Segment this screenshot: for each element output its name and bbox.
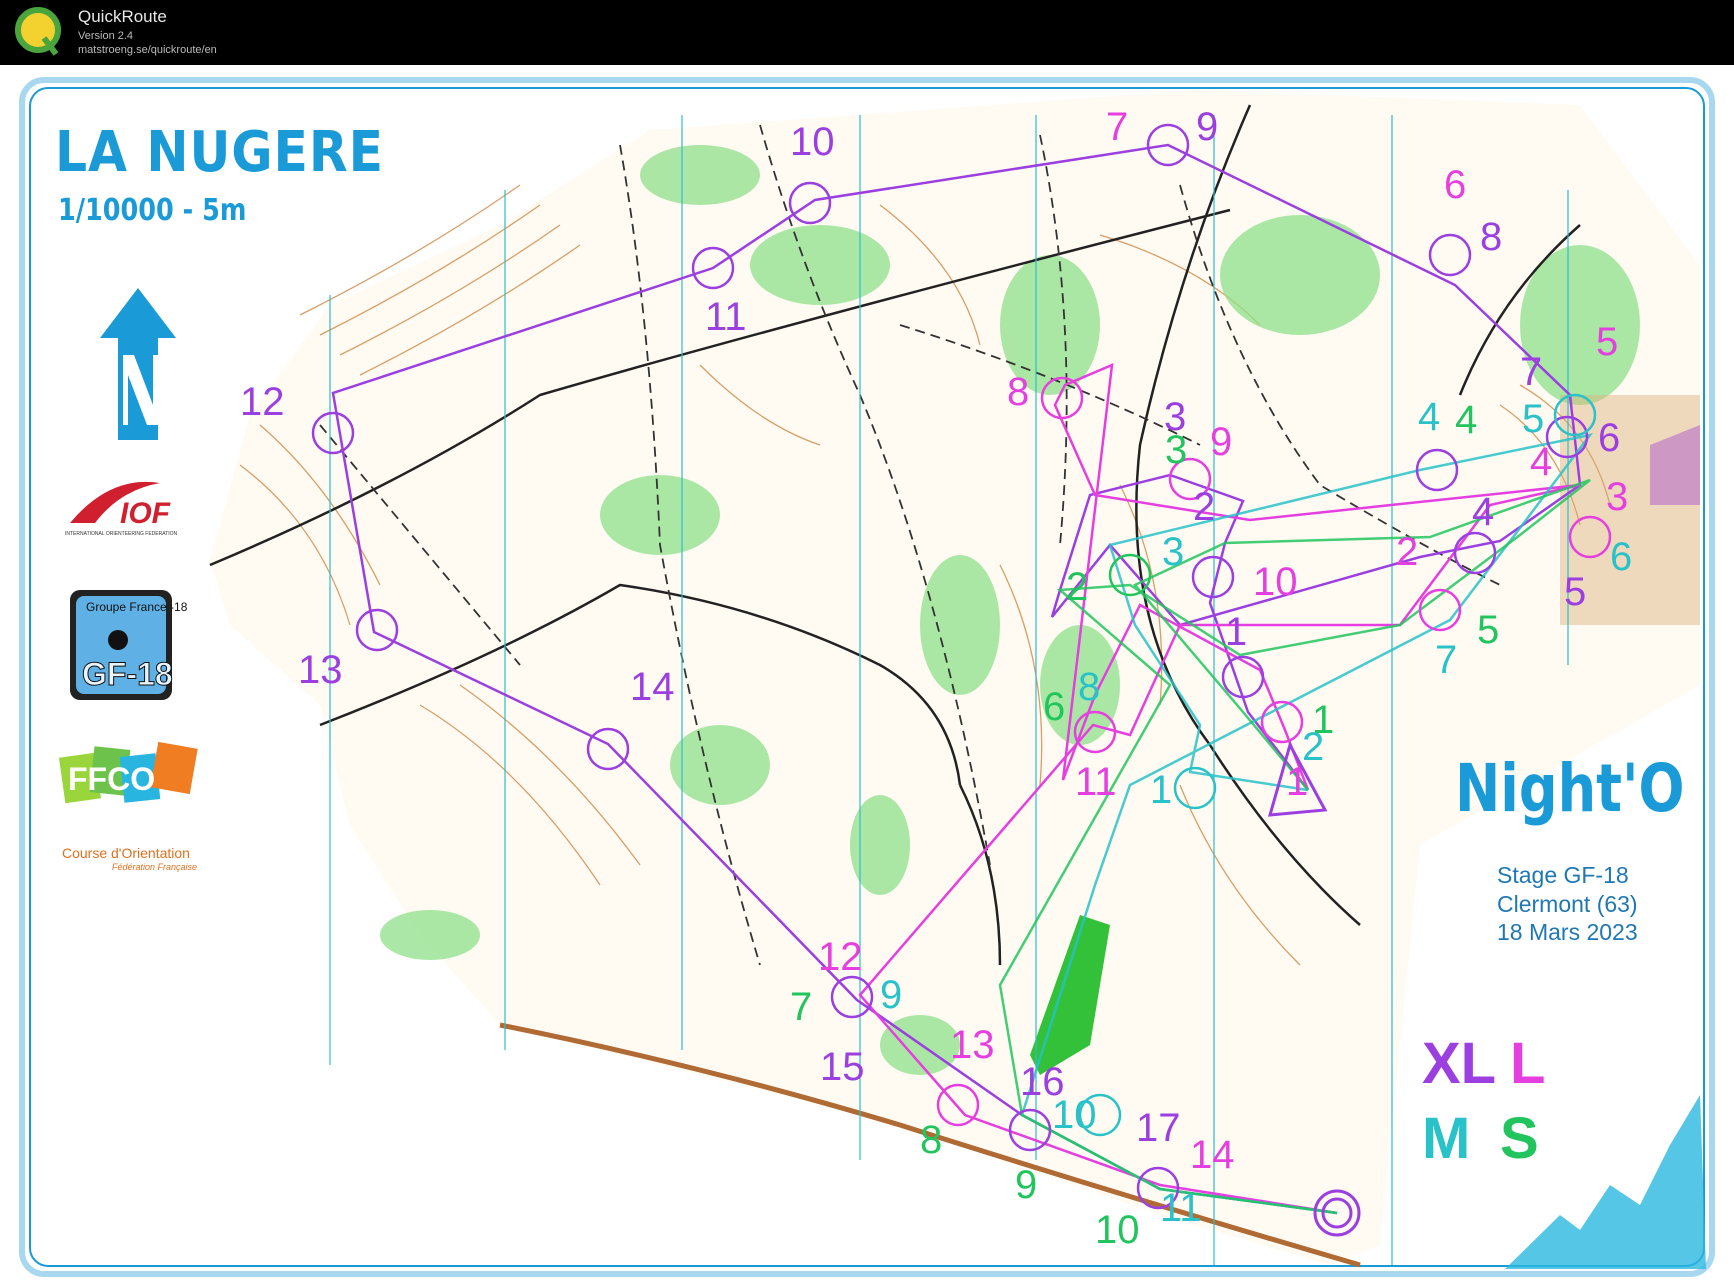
s-control-3: 3 xyxy=(1165,428,1187,472)
xl-control-6: 6 xyxy=(1598,416,1620,460)
app-version: Version 2.4 xyxy=(78,30,134,42)
l-control-7: 7 xyxy=(1106,105,1128,149)
ffco-sub: Fédération Française xyxy=(112,862,198,872)
s-control-9: 9 xyxy=(1015,1163,1037,1207)
class-xl-label: XL xyxy=(1422,1031,1497,1096)
map-canvas[interactable]: . 1 2 3 4 5 6 7 8 9 10 11 12 13 14 15 16… xyxy=(0,65,1734,1284)
m-control-3: 3 xyxy=(1162,530,1184,574)
class-s-label: S xyxy=(1500,1106,1539,1171)
s-control-2: 2 xyxy=(1066,565,1088,609)
s-control-4: 4 xyxy=(1455,398,1477,442)
l-control-8: 8 xyxy=(1007,370,1029,414)
l-control-6: 6 xyxy=(1444,163,1466,207)
map-title: LA NUGERE xyxy=(55,120,384,185)
m-control-10: 10 xyxy=(1052,1093,1097,1137)
l-control-13: 13 xyxy=(950,1023,995,1067)
l-control-9: 9 xyxy=(1210,420,1232,464)
xl-control-2: 2 xyxy=(1193,485,1215,529)
xl-control-12: 12 xyxy=(240,380,285,424)
m-control-6: 6 xyxy=(1610,535,1632,579)
m-control-5: 5 xyxy=(1522,397,1544,441)
svg-text:FFCO: FFCO xyxy=(68,761,155,797)
quickroute-logo-icon xyxy=(15,7,61,56)
m-control-4: 4 xyxy=(1418,395,1440,439)
xl-control-11: 11 xyxy=(705,295,747,339)
m-control-7: 7 xyxy=(1435,638,1457,682)
xl-control-4: 4 xyxy=(1472,490,1494,534)
app-titlebar: QuickRoute Version 2.4 matstroeng.se/qui… xyxy=(0,0,1734,65)
s-control-8: 8 xyxy=(920,1118,942,1162)
svg-text:IOF: IOF xyxy=(120,497,171,530)
l-control-10: 10 xyxy=(1253,560,1298,604)
svg-text:GF-18: GF-18 xyxy=(82,656,173,692)
xl-control-14: 14 xyxy=(630,665,675,709)
xl-control-13: 13 xyxy=(298,648,343,692)
xl-control-15: 15 xyxy=(820,1045,865,1089)
gf18-logo: Groupe France -18 GF-18 xyxy=(70,590,188,700)
svg-text:INTERNATIONAL ORIENTEERING FED: INTERNATIONAL ORIENTEERING FEDERATION xyxy=(65,531,178,537)
event-stage: Stage GF-18 xyxy=(1497,862,1629,888)
class-l-label: L xyxy=(1510,1031,1546,1096)
event-date: 18 Mars 2023 xyxy=(1497,919,1638,945)
l-control-3: 3 xyxy=(1606,475,1628,519)
l-control-14: 14 xyxy=(1190,1133,1235,1177)
l-control-11: 11 xyxy=(1075,760,1117,804)
ffco-caption: Course d'Orientation xyxy=(62,845,190,861)
l-control-12: 12 xyxy=(818,935,863,979)
s-control-10: 10 xyxy=(1095,1208,1140,1252)
event-title: Night'O xyxy=(1455,750,1685,827)
l-control-5: 5 xyxy=(1596,320,1618,364)
xl-control-9: 9 xyxy=(1196,105,1218,149)
l-control-2: 2 xyxy=(1396,530,1418,574)
m-control-9: 9 xyxy=(880,973,902,1017)
app-name: QuickRoute xyxy=(78,7,167,26)
xl-control-1: 1 xyxy=(1225,610,1247,654)
svg-text:Groupe France -18: Groupe France -18 xyxy=(86,600,188,614)
orienteering-map[interactable]: . 1 2 3 4 5 6 7 8 9 10 11 12 13 14 15 16… xyxy=(0,65,1734,1284)
xl-control-17: 17 xyxy=(1136,1106,1181,1150)
xl-control-8: 8 xyxy=(1480,215,1502,259)
event-location: Clermont (63) xyxy=(1497,891,1638,917)
xl-control-5: 5 xyxy=(1564,570,1586,614)
map-scale: 1/10000 - 5m xyxy=(58,193,247,228)
m-control-8: 8 xyxy=(1078,665,1100,709)
s-control-5: 5 xyxy=(1477,608,1499,652)
xl-control-7: 7 xyxy=(1520,350,1542,394)
class-m-label: M xyxy=(1422,1106,1471,1171)
xl-control-10: 10 xyxy=(790,120,835,164)
s-control-6: 6 xyxy=(1043,685,1065,729)
l-control-4: 4 xyxy=(1530,440,1552,484)
m-control-1: 1 xyxy=(1150,768,1172,812)
app-url: matstroeng.se/quickroute/en xyxy=(78,44,217,56)
s-control-7: 7 xyxy=(790,985,812,1029)
m-control-11: 11 xyxy=(1160,1186,1202,1230)
s-control-1: 1 xyxy=(1312,698,1334,742)
